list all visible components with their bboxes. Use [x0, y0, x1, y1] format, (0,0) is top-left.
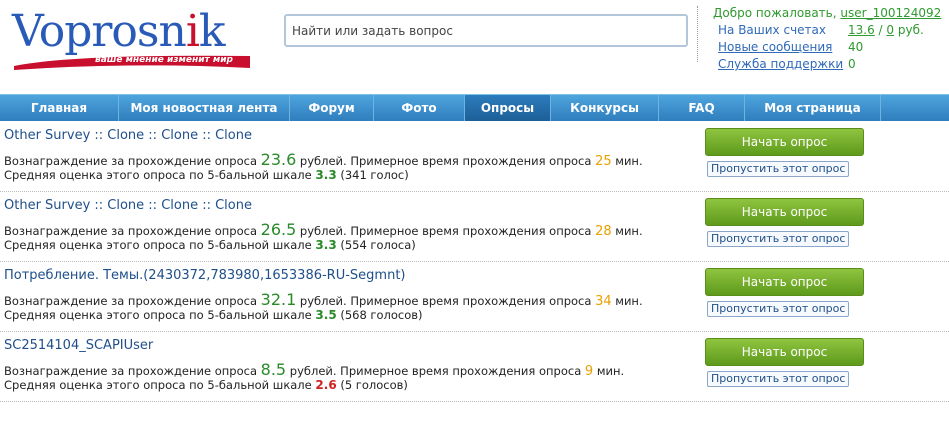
- accounts-row: На Ваших счетах 13.6 / 0 руб.: [713, 22, 949, 39]
- nav-item-news-feed[interactable]: Моя новостная лента: [119, 95, 290, 121]
- survey-rating-line: Средняя оценка этого опроса по 5-бальной…: [4, 168, 409, 182]
- welcome-line: Добро пожаловать, user_100124092: [713, 6, 942, 20]
- nav-item-surveys[interactable]: Опросы: [465, 95, 551, 121]
- survey-rating-line: Средняя оценка этого опроса по 5-бальной…: [4, 308, 423, 322]
- nav-item-my-page[interactable]: Моя страница: [745, 95, 881, 121]
- survey-reward: 8.5: [260, 360, 287, 379]
- survey-reward-line: Вознаграждение за прохождение опроса 23.…: [4, 150, 643, 169]
- skip-survey-button[interactable]: Пропустить этот опрос: [707, 371, 850, 387]
- nav-item-contests[interactable]: Конкурсы: [551, 95, 659, 121]
- survey-item: SC2514104_SCAPIUser Вознаграждение за пр…: [0, 332, 949, 402]
- survey-title[interactable]: Потребление. Темы.(2430372,783980,165338…: [4, 268, 406, 283]
- logo-tagline: ваше мнение изменит мир: [95, 55, 233, 65]
- accounts-label: На Ваших счетах: [718, 23, 826, 37]
- survey-item: Other Survey :: Clone :: Clone :: Clone …: [0, 122, 949, 192]
- messages-count: 40: [848, 40, 864, 54]
- nav-filler: [881, 95, 949, 121]
- header: Voprosnik ваше мнение изменит мир Добро …: [0, 0, 949, 94]
- messages-row: Новые сообщения 40: [713, 39, 949, 56]
- nav-item-forum[interactable]: Форум: [290, 95, 374, 121]
- start-survey-button[interactable]: Начать опрос: [705, 268, 864, 296]
- start-survey-button[interactable]: Начать опрос: [705, 128, 864, 156]
- survey-reward-line: Вознаграждение за прохождение опроса 32.…: [4, 290, 643, 309]
- skip-survey-button[interactable]: Пропустить этот опрос: [707, 301, 850, 317]
- survey-minutes: 28: [595, 224, 612, 239]
- messages-link[interactable]: Новые сообщения: [718, 40, 832, 54]
- messages-label: Новые сообщения: [718, 39, 848, 56]
- survey-reward: 26.5: [260, 220, 297, 239]
- nav-item-faq[interactable]: FAQ: [659, 95, 745, 121]
- survey-rating: 3.3: [315, 168, 337, 182]
- survey-title[interactable]: Other Survey :: Clone :: Clone :: Clone: [4, 198, 252, 213]
- survey-rating: 2.6: [315, 378, 337, 392]
- search-input[interactable]: [284, 14, 688, 47]
- support-count: 0: [848, 57, 856, 71]
- survey-reward-line: Вознаграждение за прохождение опроса 26.…: [4, 220, 643, 239]
- survey-item: Other Survey :: Clone :: Clone :: Clone …: [0, 192, 949, 262]
- balance-1-link[interactable]: 13.6: [848, 23, 875, 37]
- survey-reward-line: Вознаграждение за прохождение опроса 8.5…: [4, 360, 625, 379]
- start-survey-button[interactable]: Начать опрос: [705, 198, 864, 226]
- survey-minutes: 25: [595, 154, 612, 169]
- survey-rating-line: Средняя оценка этого опроса по 5-бальной…: [4, 378, 408, 392]
- nav-item-photo[interactable]: Фото: [374, 95, 465, 121]
- support-link[interactable]: Служба поддержки: [718, 57, 843, 71]
- nav-item-home[interactable]: Главная: [0, 95, 119, 121]
- header-divider: [697, 6, 698, 62]
- survey-title[interactable]: Other Survey :: Clone :: Clone :: Clone: [4, 128, 252, 143]
- survey-minutes: 9: [584, 364, 594, 379]
- balance-2-link[interactable]: 0: [886, 23, 894, 37]
- logo[interactable]: Voprosnik ваше мнение изменит мир: [12, 2, 262, 87]
- survey-reward: 23.6: [260, 150, 297, 169]
- survey-title[interactable]: SC2514104_SCAPIUser: [4, 338, 153, 353]
- survey-rating-line: Средняя оценка этого опроса по 5-бальной…: [4, 238, 416, 252]
- survey-reward: 32.1: [260, 290, 297, 309]
- user-panel: Добро пожаловать, user_100124092 На Ваши…: [713, 5, 949, 73]
- support-label: Служба поддержки: [718, 56, 848, 73]
- skip-survey-button[interactable]: Пропустить этот опрос: [707, 161, 850, 177]
- survey-list: Other Survey :: Clone :: Clone :: Clone …: [0, 122, 949, 402]
- survey-rating: 3.3: [315, 238, 337, 252]
- support-row: Служба поддержки 0: [713, 56, 949, 73]
- survey-rating: 3.5: [315, 308, 337, 322]
- accounts-value: 13.6 / 0 руб.: [848, 23, 924, 37]
- username-link[interactable]: user_100124092: [840, 6, 941, 20]
- survey-minutes: 34: [595, 294, 612, 309]
- main-nav: Главная Моя новостная лента Форум Фото О…: [0, 94, 949, 121]
- start-survey-button[interactable]: Начать опрос: [705, 338, 864, 366]
- survey-item: Потребление. Темы.(2430372,783980,165338…: [0, 262, 949, 332]
- skip-survey-button[interactable]: Пропустить этот опрос: [707, 231, 850, 247]
